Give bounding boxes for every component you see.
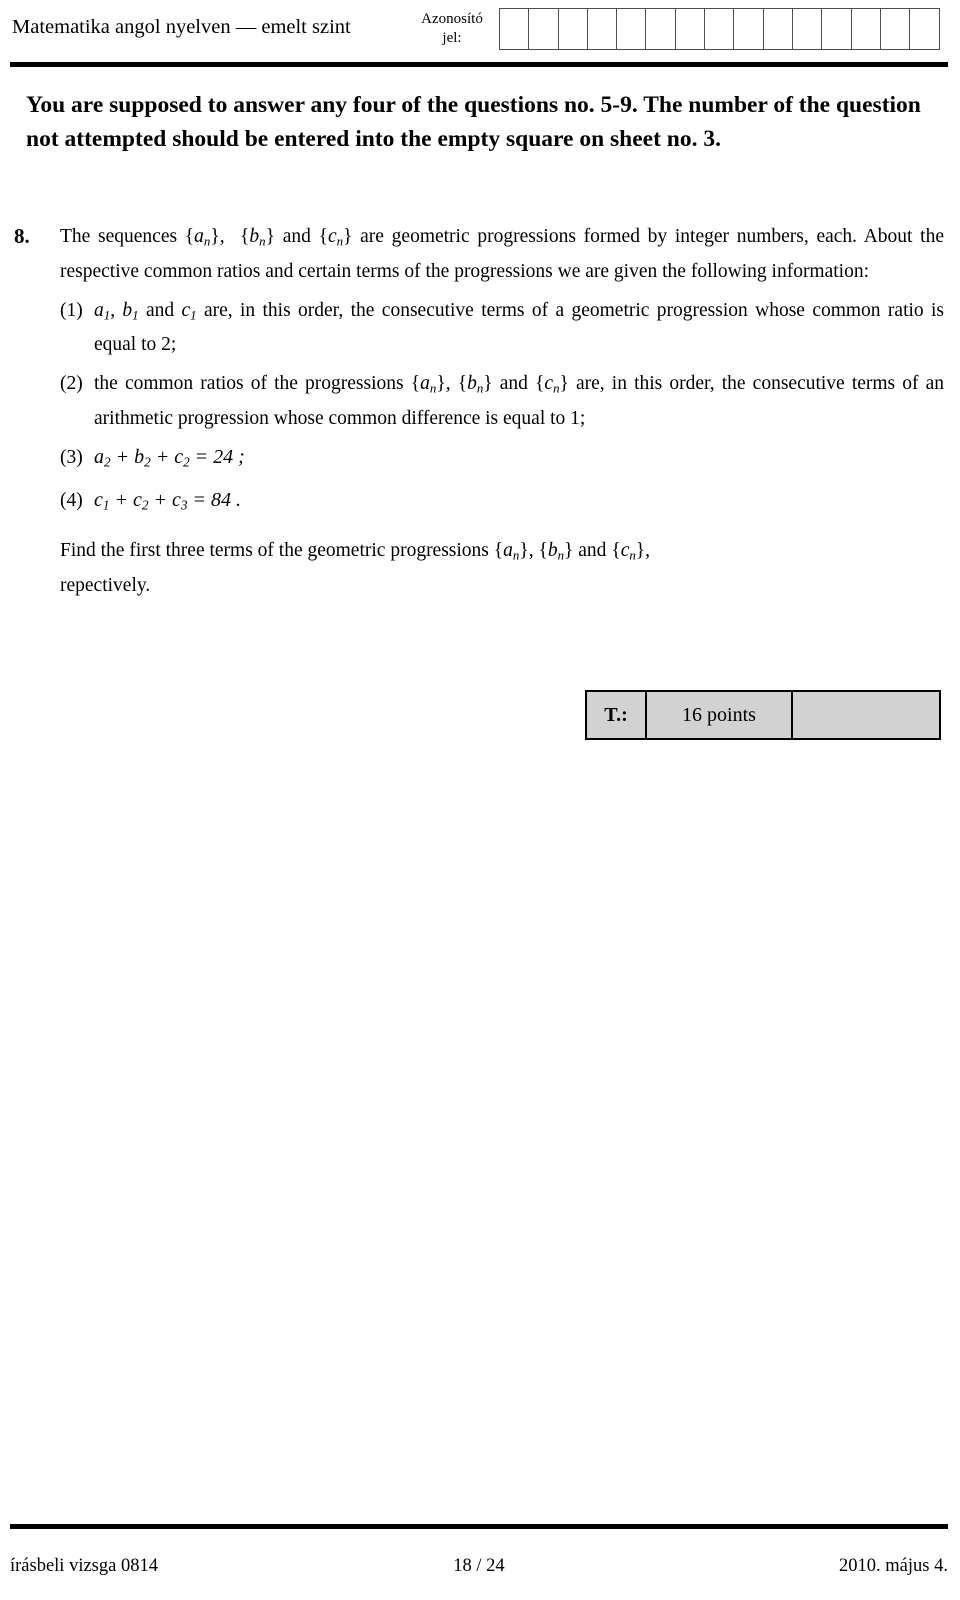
points-total-label: T.: (587, 692, 647, 738)
intro-lead: The sequences (60, 226, 185, 247)
page-header: Matematika angol nyelven — emelt szint A… (0, 0, 960, 58)
item-2-and: and (499, 373, 528, 395)
identifier-code-cell[interactable] (676, 9, 706, 49)
item-2-lead: the common ratios of the progressions (94, 373, 404, 395)
item-3-label: (3) (60, 446, 83, 468)
final-sequence-c: {cn}, (611, 540, 651, 563)
footer-exam-code: írásbeli vizsga 0814 (10, 1556, 158, 1576)
item-4-rhs: 84 (210, 489, 231, 512)
identifier-code-cell[interactable] (734, 9, 764, 49)
item-3-rhs: 24 (213, 445, 234, 468)
item-2-label: (2) (60, 373, 83, 395)
question-item-2: (2) the common ratios of the progression… (60, 369, 944, 433)
item-2-body: the common ratios of the progressions {a… (94, 369, 944, 433)
footer-rule (10, 1524, 948, 1529)
question-number: 8. (14, 224, 30, 248)
sequence-b-inline: {bn} (240, 226, 275, 249)
identifier-code-cell[interactable] (852, 9, 881, 49)
question-block: 8. The sequences {an}, {bn} and {cn} are… (14, 222, 944, 600)
item-1-var-c: c1 (181, 299, 197, 323)
exam-page: Matematika angol nyelven — emelt szint A… (0, 0, 960, 1600)
item-2-sequence-a: {an}, (410, 373, 451, 396)
item-1-label: (1) (60, 299, 83, 321)
points-total-value: 16 points (647, 692, 793, 738)
item-3-body: a2 + b2 + c2 = 24 ; (94, 443, 944, 477)
final-sequence-b: {bn} (538, 540, 574, 563)
identifier-code-cell[interactable] (559, 9, 588, 49)
identifier-code-cell[interactable] (646, 9, 676, 49)
item-2-sequence-b: {bn} (457, 373, 493, 396)
item-1-body: a1, b1 and c1 are, in this order, the co… (94, 299, 945, 356)
identifier-code-cell[interactable] (500, 9, 530, 49)
identifier-code-cell[interactable] (617, 9, 647, 49)
final-sequence-a: {an}, (493, 540, 534, 563)
identifier-label-line1: Azonosító (421, 11, 483, 27)
item-4-body: c1 + c2 + c3 = 84 . (94, 486, 944, 520)
question-intro: The sequences {an}, {bn} and {cn} are ge… (60, 222, 944, 286)
question-final: Find the first three terms of the geomet… (60, 536, 944, 600)
identifier-code-cell[interactable] (705, 9, 735, 49)
identifier-code-grid[interactable] (499, 8, 941, 50)
points-table: T.: 16 points (585, 690, 941, 740)
identifier-code-cell[interactable] (910, 9, 939, 49)
identifier-code-cell[interactable] (822, 9, 852, 49)
identifier-code-cell[interactable] (588, 9, 618, 49)
item-2-sequence-c: {cn} (535, 373, 569, 396)
sequence-a-inline: {an}, (184, 226, 225, 249)
identifier-code-cell[interactable] (881, 9, 911, 49)
item-3-equation: a2 + b2 + c2 = 24 ; (94, 445, 245, 470)
identifier-code-cell[interactable] (793, 9, 823, 49)
final-lead: Find the first three terms of the geomet… (60, 540, 489, 562)
header-title: Matematika angol nyelven — emelt szint (12, 16, 351, 38)
question-item-1: (1) a1, b1 and c1 are, in this order, th… (60, 296, 944, 360)
header-rule (10, 62, 948, 67)
identifier-label-line2: jel: (442, 30, 462, 46)
points-awarded-field[interactable] (793, 692, 939, 738)
identifier-code-cell[interactable] (764, 9, 793, 49)
identifier-label: Azonosító jel: (410, 10, 494, 48)
item-1-text: are, in this order, the consecutive term… (94, 299, 945, 356)
intro-and: and (282, 226, 311, 247)
sequence-c-inline: {cn} (318, 226, 353, 249)
item-4-label: (4) (60, 490, 83, 512)
item-4-equation: c1 + c2 + c3 = 84 . (94, 489, 241, 514)
item-1-var-b: b1 (122, 299, 139, 323)
footer-date: 2010. május 4. (839, 1556, 948, 1576)
question-item-4: (4) c1 + c2 + c3 = 84 . (60, 486, 944, 520)
identifier-code-cell[interactable] (529, 9, 559, 49)
final-and: and (578, 540, 607, 562)
instruction-text: You are supposed to answer any four of t… (26, 92, 921, 152)
question-item-3: (3) a2 + b2 + c2 = 24 ; (60, 443, 944, 477)
item-1-var-a: a1 (94, 299, 111, 323)
final-tail: repectively. (60, 574, 151, 596)
page-footer: írásbeli vizsga 0814 18 / 24 2010. május… (10, 1556, 948, 1577)
